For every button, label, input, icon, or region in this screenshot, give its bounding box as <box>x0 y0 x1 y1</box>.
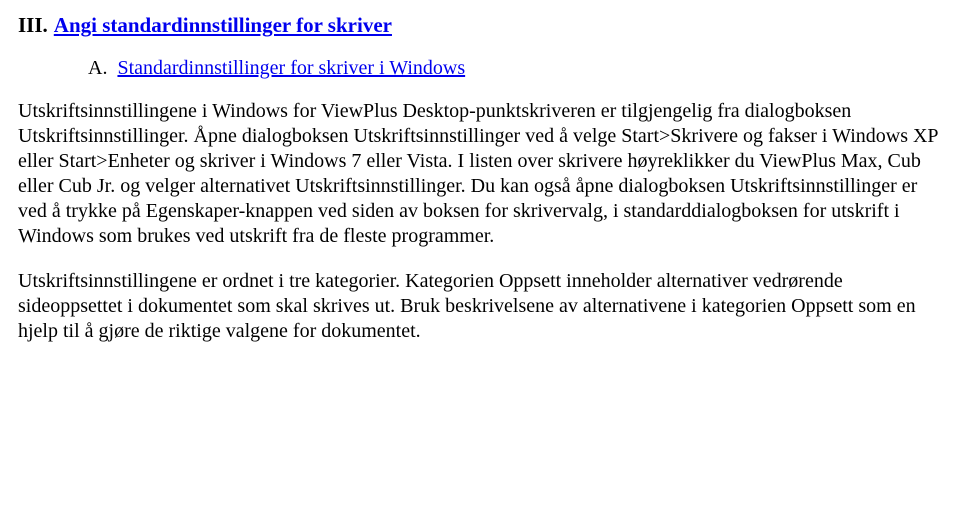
subheading-link[interactable]: Standardinnstillinger for skriver i Wind… <box>117 56 465 81</box>
heading-prefix: III. <box>18 12 48 38</box>
subheading-prefix: A. <box>88 56 107 81</box>
paragraph-1: Utskriftsinnstillingene i Windows for Vi… <box>18 99 942 249</box>
section-heading: III. Angi standardinnstillinger for skri… <box>18 12 942 38</box>
paragraph-2: Utskriftsinnstillingene er ordnet i tre … <box>18 269 942 344</box>
heading-link[interactable]: Angi standardinnstillinger for skriver <box>54 12 392 38</box>
subsection-heading: A. Standardinnstillinger for skriver i W… <box>88 56 942 81</box>
